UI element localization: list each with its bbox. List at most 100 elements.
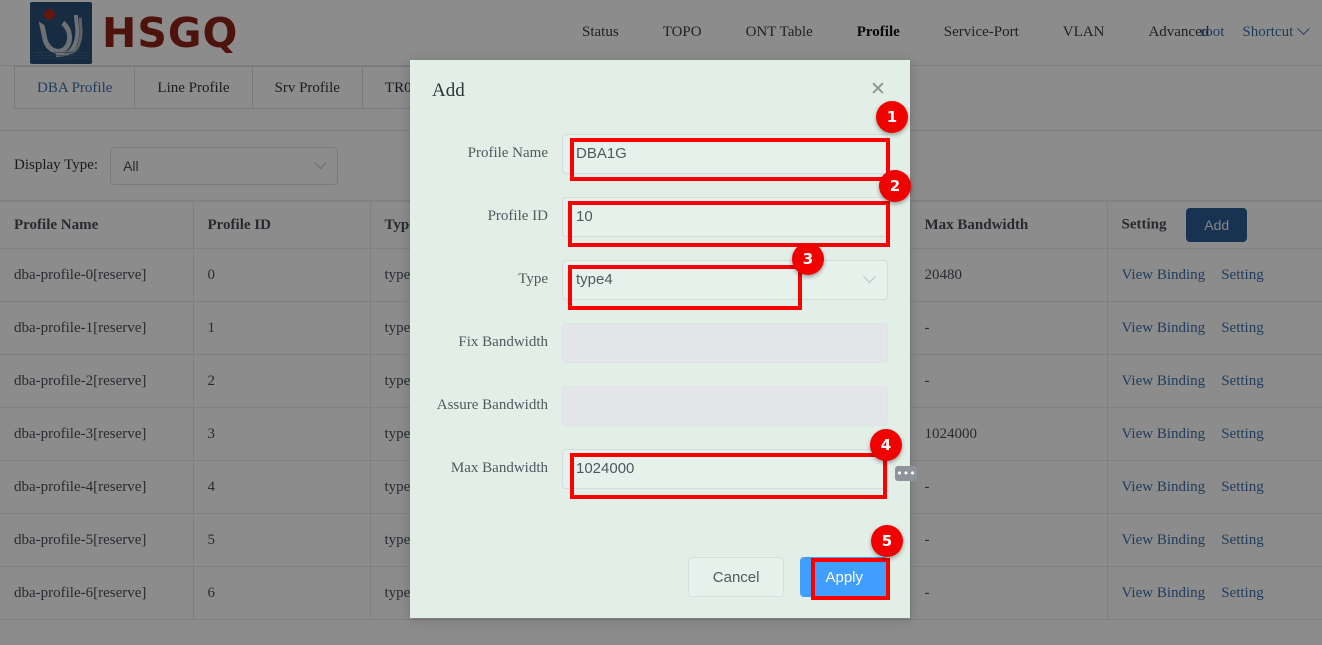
col-profile-id: Profile ID	[193, 201, 371, 249]
cell-profile-name: dba-profile-5[reserve]	[0, 513, 194, 567]
add-dba-profile-dialog: Add ✕ Profile Name DBA1G Profile ID 10 T…	[410, 60, 910, 618]
cell-max-bandwidth: -	[910, 301, 1108, 355]
cell-max-bandwidth: -	[910, 513, 1108, 567]
profile-name-input[interactable]: DBA1G	[562, 133, 888, 174]
brand-name: HSGQ	[102, 8, 239, 57]
display-type-label: Display Type:	[14, 157, 99, 173]
cell-setting: View Binding Setting	[1107, 354, 1322, 408]
step-badge-4: 4	[870, 429, 902, 461]
cell-max-bandwidth: 20480	[910, 248, 1108, 302]
cell-profile-id: 4	[193, 460, 371, 514]
col-setting-label: Setting	[1121, 216, 1167, 233]
ellipsis-chip[interactable]: •••	[895, 466, 917, 481]
cell-setting: View Binding Setting	[1107, 460, 1322, 514]
type-select[interactable]: type4	[562, 259, 888, 300]
close-icon[interactable]: ✕	[870, 80, 888, 100]
chevron-down-icon	[1297, 22, 1310, 36]
nav-item-profile[interactable]: Profile	[835, 0, 922, 65]
app-header: HSGQ Status TOPO ONT Table Profile Servi…	[0, 0, 1322, 65]
view-binding-link[interactable]: View Binding	[1122, 426, 1206, 442]
cell-profile-name: dba-profile-1[reserve]	[0, 301, 194, 355]
max-bandwidth-value: 1024000	[576, 460, 635, 477]
tab-srv-profile[interactable]: Srv Profile	[252, 66, 363, 109]
dialog-body: Profile Name DBA1G Profile ID 10 Type ty…	[410, 122, 910, 500]
apply-button[interactable]: Apply	[800, 557, 888, 597]
cell-max-bandwidth: 1024000	[910, 407, 1108, 461]
add-button[interactable]: Add	[1186, 208, 1248, 242]
setting-link[interactable]: Setting	[1221, 267, 1264, 283]
cell-profile-id: 6	[193, 566, 371, 620]
field-row-fix-bandwidth: Fix Bandwidth	[410, 311, 888, 374]
view-binding-link[interactable]: View Binding	[1122, 479, 1206, 495]
cell-profile-id: 5	[193, 513, 371, 567]
step-badge-2: 2	[879, 170, 911, 202]
fix-bandwidth-input	[562, 322, 888, 363]
label-assure-bandwidth: Assure Bandwidth	[436, 397, 548, 413]
cell-setting: View Binding Setting	[1107, 301, 1322, 355]
field-row-assure-bandwidth: Assure Bandwidth	[410, 374, 888, 437]
cell-profile-name: dba-profile-3[reserve]	[0, 407, 194, 461]
cell-setting: View Binding Setting	[1107, 566, 1322, 620]
setting-link[interactable]: Setting	[1221, 426, 1264, 442]
step-badge-3: 3	[792, 243, 824, 275]
profile-id-input[interactable]: 10	[562, 196, 888, 237]
brand-logo[interactable]: HSGQ	[30, 1, 239, 64]
nav-item-vlan[interactable]: VLAN	[1041, 0, 1127, 65]
setting-link[interactable]: Setting	[1221, 479, 1264, 495]
step-badge-5: 5	[871, 525, 903, 557]
display-type-value: All	[123, 157, 139, 174]
nav-item-service-port[interactable]: Service-Port	[922, 0, 1041, 65]
chevron-down-icon	[863, 270, 876, 284]
setting-link[interactable]: Setting	[1221, 585, 1264, 601]
view-binding-link[interactable]: View Binding	[1122, 373, 1206, 389]
view-binding-link[interactable]: View Binding	[1122, 532, 1206, 548]
nav-item-topo[interactable]: TOPO	[641, 0, 724, 65]
step-badge-1: 1	[876, 101, 908, 133]
cell-profile-id: 2	[193, 354, 371, 408]
cell-profile-id: 1	[193, 301, 371, 355]
nav-item-ont-table[interactable]: ONT Table	[724, 0, 835, 65]
shortcut-menu[interactable]: Shortcut	[1242, 22, 1310, 41]
tab-line-profile[interactable]: Line Profile	[135, 66, 253, 109]
cell-profile-id: 0	[193, 248, 371, 302]
label-profile-name: Profile Name	[467, 145, 548, 161]
label-profile-id: Profile ID	[487, 208, 548, 224]
view-binding-link[interactable]: View Binding	[1122, 320, 1206, 336]
view-binding-link[interactable]: View Binding	[1122, 267, 1206, 283]
cell-setting: View Binding Setting	[1107, 513, 1322, 567]
nav-item-status[interactable]: Status	[560, 0, 641, 65]
col-setting: Setting Add	[1107, 201, 1322, 249]
setting-link[interactable]: Setting	[1221, 373, 1264, 389]
field-row-profile-name: Profile Name DBA1G	[410, 122, 888, 185]
profile-name-value: DBA1G	[576, 145, 627, 162]
cell-setting: View Binding Setting	[1107, 407, 1322, 461]
label-max-bandwidth: Max Bandwidth	[450, 460, 548, 476]
label-fix-bandwidth: Fix Bandwidth	[458, 334, 548, 350]
tab-dba-profile[interactable]: DBA Profile	[14, 66, 136, 109]
assure-bandwidth-input	[562, 385, 888, 426]
field-row-profile-id: Profile ID 10	[410, 185, 888, 248]
col-max-bandwidth: Max Bandwidth	[910, 201, 1108, 249]
shortcut-label: Shortcut	[1242, 24, 1294, 40]
hsgq-droplet-logo-icon	[30, 1, 92, 64]
max-bandwidth-input[interactable]: 1024000	[562, 448, 888, 489]
dialog-title: Add	[432, 80, 465, 101]
cell-setting: View Binding Setting	[1107, 248, 1322, 302]
cell-profile-name: dba-profile-6[reserve]	[0, 566, 194, 620]
setting-link[interactable]: Setting	[1221, 532, 1264, 548]
view-binding-link[interactable]: View Binding	[1122, 585, 1206, 601]
display-type-select[interactable]: All	[110, 146, 339, 185]
app-root: HSGQ Status TOPO ONT Table Profile Servi…	[0, 0, 1322, 645]
cell-profile-name: dba-profile-4[reserve]	[0, 460, 194, 514]
cell-max-bandwidth: -	[910, 460, 1108, 514]
setting-link[interactable]: Setting	[1221, 320, 1264, 336]
cancel-button[interactable]: Cancel	[687, 557, 785, 597]
dialog-footer: Cancel Apply	[410, 536, 910, 618]
dialog-header: Add ✕	[410, 60, 910, 122]
current-user[interactable]: root	[1200, 24, 1224, 41]
cell-profile-name: dba-profile-2[reserve]	[0, 354, 194, 408]
main-nav: Status TOPO ONT Table Profile Service-Po…	[560, 0, 1231, 65]
cell-max-bandwidth: -	[910, 354, 1108, 408]
label-type: Type	[518, 271, 548, 287]
profile-id-value: 10	[576, 208, 593, 225]
